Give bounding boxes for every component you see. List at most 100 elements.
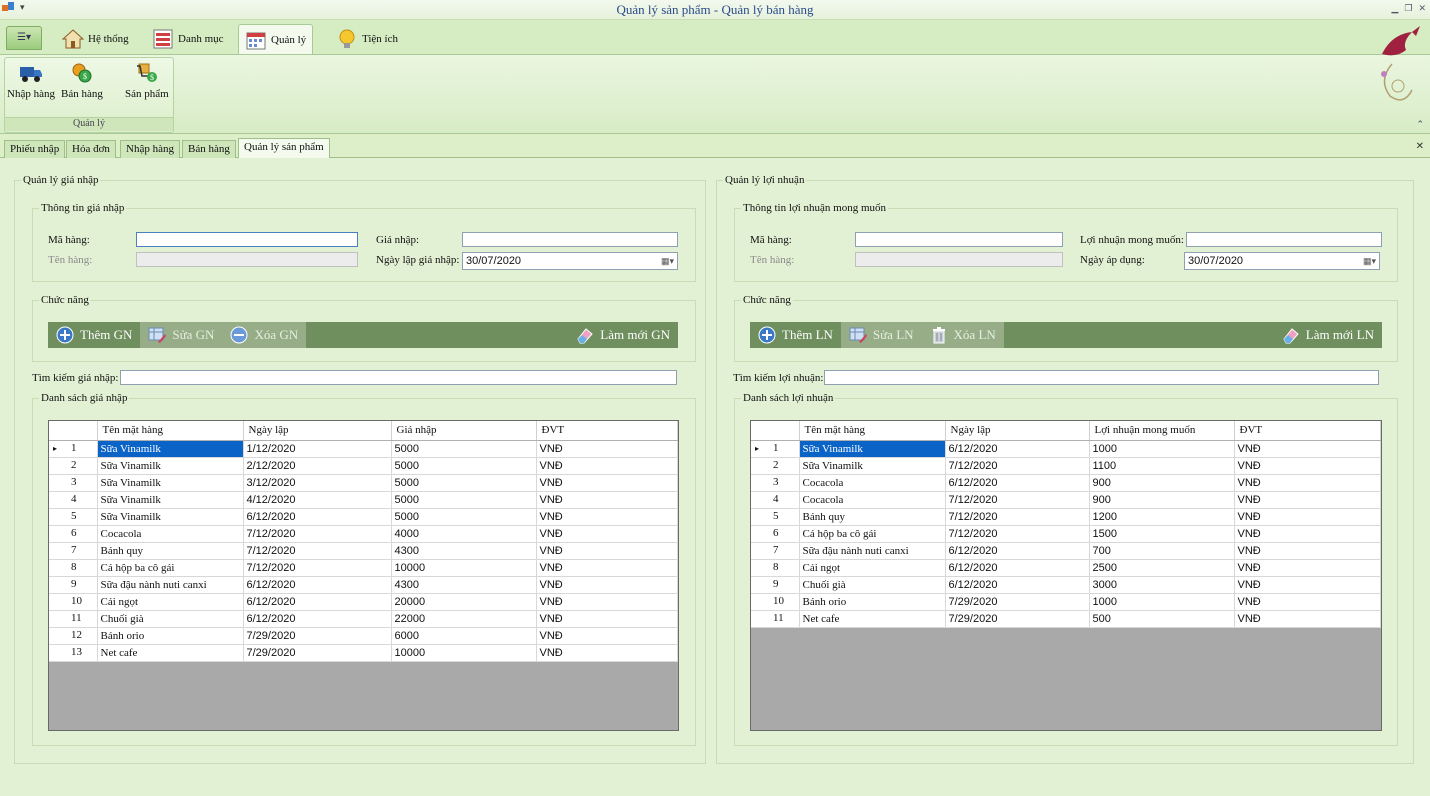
row-header-cell[interactable]: 13 <box>49 644 98 662</box>
row-header-cell[interactable]: 3 <box>751 474 800 492</box>
minimize-icon[interactable]: ▁ <box>1391 3 1398 14</box>
table-cell[interactable]: 6/12/2020 <box>945 474 1090 492</box>
table-cell[interactable]: Sữa Vinamilk <box>799 440 946 458</box>
table-cell[interactable]: 6/12/2020 <box>243 610 392 628</box>
row-header-cell[interactable]: 6 <box>49 525 98 543</box>
row-header-cell[interactable]: ▸ 1 <box>49 440 98 458</box>
tim-kiem-loi-nhuan-input[interactable] <box>824 370 1379 385</box>
xoa-gn-button[interactable]: Xóa GN <box>222 322 307 348</box>
table-cell[interactable]: Cocacola <box>799 491 946 509</box>
table-cell[interactable]: 7/12/2020 <box>945 508 1090 526</box>
row-header-cell[interactable]: 2 <box>751 457 800 475</box>
table-cell[interactable]: VNĐ <box>536 576 678 594</box>
doc-tab-hoa-don[interactable]: Hóa đơn <box>66 140 116 158</box>
sua-ln-button[interactable]: Sửa LN <box>840 322 922 348</box>
table-cell[interactable]: 6/12/2020 <box>945 440 1090 458</box>
table-cell[interactable]: Sữa Vinamilk <box>97 474 244 492</box>
column-header[interactable]: Tên mặt hàng <box>97 421 244 441</box>
restore-icon[interactable]: ❐ <box>1404 3 1412 14</box>
row-header-cell[interactable]: 11 <box>49 610 98 628</box>
ten-hang-ln-input[interactable] <box>855 252 1063 267</box>
table-cell[interactable]: 7/12/2020 <box>945 491 1090 509</box>
them-ln-button[interactable]: Thêm LN <box>750 322 841 348</box>
table-row[interactable]: 6 Cá hộp ba cô gái 7/12/2020 1500 VNĐ <box>751 525 1381 543</box>
table-cell[interactable]: 7/12/2020 <box>243 542 392 560</box>
row-header-cell[interactable]: 4 <box>751 491 800 509</box>
table-cell[interactable]: Sữa Vinamilk <box>97 491 244 509</box>
table-row[interactable]: 11 Net cafe 7/29/2020 500 VNĐ <box>751 610 1381 628</box>
ngay-ap-dung-date-picker[interactable]: 30/07/2020 ▦▾ <box>1184 252 1380 270</box>
table-cell[interactable]: VNĐ <box>1234 508 1381 526</box>
row-header-cell[interactable]: 8 <box>751 559 800 577</box>
column-header[interactable]: ĐVT <box>536 421 678 441</box>
table-row[interactable]: 4 Cocacola 7/12/2020 900 VNĐ <box>751 491 1381 509</box>
table-cell[interactable]: Sữa Vinamilk <box>97 508 244 526</box>
gia-nhap-grid[interactable]: Tên mặt hàng Ngày lập Giá nhập ĐVT ▸ 1 Sữa… <box>48 420 679 731</box>
xoa-ln-button[interactable]: Xóa LN <box>921 322 1004 348</box>
table-row[interactable]: 6 Cocacola 7/12/2020 4000 VNĐ <box>49 525 678 543</box>
lam-moi-ln-button[interactable]: Làm mới LN <box>1274 322 1382 348</box>
table-cell[interactable]: 900 <box>1089 474 1235 492</box>
table-row[interactable]: 8 Cải ngọt 6/12/2020 2500 VNĐ <box>751 559 1381 577</box>
table-cell[interactable]: Cải ngọt <box>97 593 244 611</box>
table-cell[interactable]: 7/12/2020 <box>945 457 1090 475</box>
table-cell[interactable]: VNĐ <box>536 457 678 475</box>
table-row[interactable]: 11 Chuối già 6/12/2020 22000 VNĐ <box>49 610 678 628</box>
row-header-cell[interactable]: 9 <box>751 576 800 594</box>
ten-hang-input[interactable] <box>136 252 358 267</box>
table-cell[interactable]: 1500 <box>1089 525 1235 543</box>
table-row[interactable]: 10 Cải ngọt 6/12/2020 20000 VNĐ <box>49 593 678 611</box>
table-cell[interactable]: Cocacola <box>799 474 946 492</box>
table-cell[interactable]: Cá hộp ba cô gái <box>97 559 244 577</box>
table-cell[interactable]: Sữa Vinamilk <box>97 440 244 458</box>
table-cell[interactable]: Chuối già <box>97 610 244 628</box>
doc-tab-quan-ly-san-pham[interactable]: Quản lý sản phẩm <box>238 138 330 158</box>
sua-gn-button[interactable]: Sửa GN <box>140 322 223 348</box>
column-header[interactable]: Ngày lập <box>243 421 392 441</box>
table-cell[interactable]: VNĐ <box>536 559 678 577</box>
table-cell[interactable]: 5000 <box>391 474 537 492</box>
table-row[interactable]: 2 Sữa Vinamilk 2/12/2020 5000 VNĐ <box>49 457 678 475</box>
table-cell[interactable]: VNĐ <box>536 440 678 458</box>
table-cell[interactable]: 2500 <box>1089 559 1235 577</box>
table-cell[interactable]: VNĐ <box>1234 491 1381 509</box>
row-header-cell[interactable]: 12 <box>49 627 98 645</box>
table-cell[interactable]: 5000 <box>391 508 537 526</box>
table-cell[interactable]: Cá hộp ba cô gái <box>799 525 946 543</box>
table-cell[interactable]: 6/12/2020 <box>243 576 392 594</box>
table-cell[interactable]: 5000 <box>391 491 537 509</box>
table-cell[interactable]: VNĐ <box>536 525 678 543</box>
table-cell[interactable]: 500 <box>1089 610 1235 628</box>
table-cell[interactable]: 4300 <box>391 576 537 594</box>
table-cell[interactable]: 20000 <box>391 593 537 611</box>
table-cell[interactable]: Sữa Vinamilk <box>799 457 946 475</box>
table-row[interactable]: 2 Sữa Vinamilk 7/12/2020 1100 VNĐ <box>751 457 1381 475</box>
column-header[interactable]: ĐVT <box>1234 421 1381 441</box>
ban-hang-button[interactable]: $ Bán hàng <box>61 62 103 100</box>
row-header-cell[interactable]: 2 <box>49 457 98 475</box>
table-row[interactable]: 3 Sữa Vinamilk 3/12/2020 5000 VNĐ <box>49 474 678 492</box>
table-cell[interactable]: 3/12/2020 <box>243 474 392 492</box>
table-cell[interactable]: VNĐ <box>1234 440 1381 458</box>
table-row[interactable]: 5 Bánh quy 7/12/2020 1200 VNĐ <box>751 508 1381 526</box>
table-cell[interactable]: VNĐ <box>1234 457 1381 475</box>
table-cell[interactable]: 7/29/2020 <box>945 593 1090 611</box>
table-cell[interactable]: Cải ngọt <box>799 559 946 577</box>
table-cell[interactable]: Net cafe <box>97 644 244 662</box>
table-cell[interactable]: VNĐ <box>1234 542 1381 560</box>
table-cell[interactable]: Net cafe <box>799 610 946 628</box>
doc-tab-phieu-nhap[interactable]: Phiếu nhập <box>4 140 66 158</box>
tim-kiem-gia-nhap-input[interactable] <box>120 370 677 385</box>
row-header-cell[interactable]: ▸ 1 <box>751 440 800 458</box>
ma-hang-ln-input[interactable] <box>855 232 1063 247</box>
row-header-cell[interactable]: 7 <box>49 542 98 560</box>
table-cell[interactable]: 6/12/2020 <box>243 508 392 526</box>
table-cell[interactable]: 6/12/2020 <box>945 542 1090 560</box>
table-cell[interactable]: VNĐ <box>1234 576 1381 594</box>
table-cell[interactable]: 5000 <box>391 440 537 458</box>
row-header-cell[interactable]: 8 <box>49 559 98 577</box>
doc-tab-ban-hang[interactable]: Bán hàng <box>182 140 236 158</box>
table-cell[interactable]: 4300 <box>391 542 537 560</box>
table-cell[interactable]: 6/12/2020 <box>945 559 1090 577</box>
table-cell[interactable]: 7/29/2020 <box>945 610 1090 628</box>
